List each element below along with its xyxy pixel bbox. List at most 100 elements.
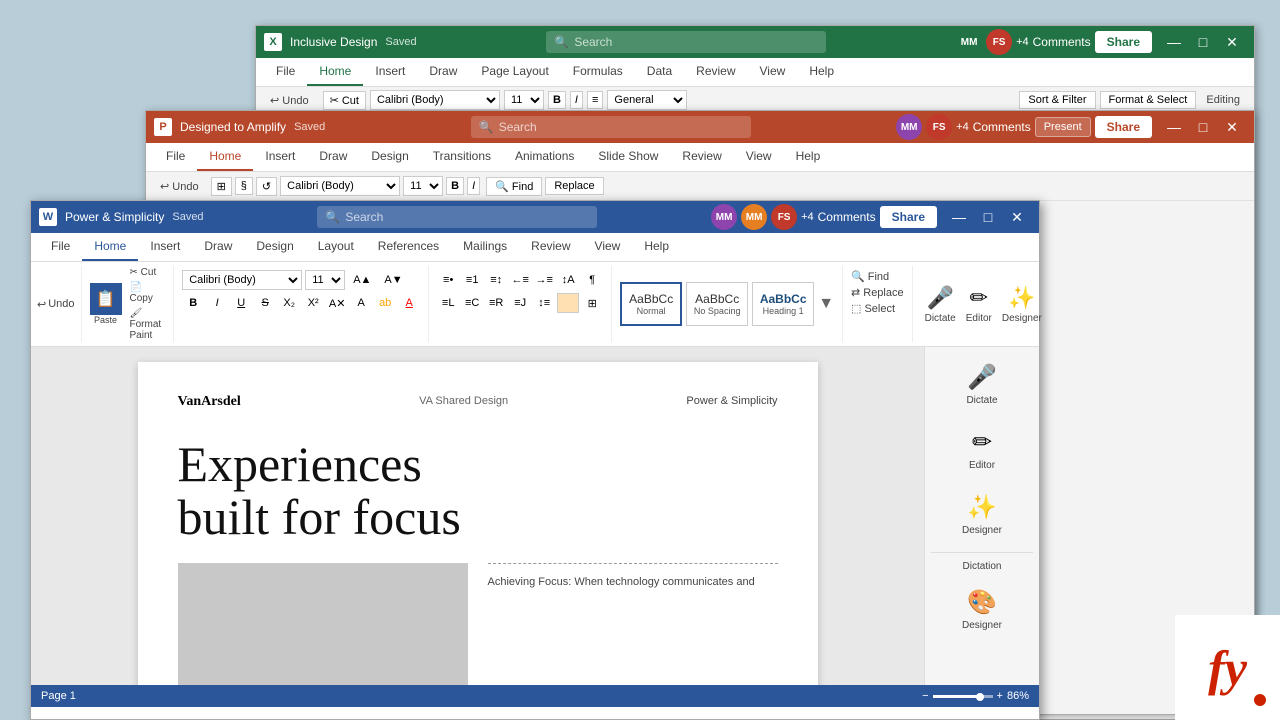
word-superscript-button[interactable]: X² xyxy=(302,293,324,313)
ppt-tab-home[interactable]: Home xyxy=(197,143,253,171)
word-copy-button[interactable]: 📄 Copy xyxy=(126,281,166,305)
word-tab-design[interactable]: Design xyxy=(244,233,305,261)
excel-italic-button[interactable]: I xyxy=(570,91,583,109)
word-text-effects-button[interactable]: A xyxy=(350,293,372,313)
excel-tab-data[interactable]: Data xyxy=(635,58,684,86)
word-zoom-out-button[interactable]: − xyxy=(922,690,928,702)
word-bullets-button[interactable]: ≡• xyxy=(437,270,459,290)
excel-tab-formulas[interactable]: Formulas xyxy=(561,58,635,86)
excel-tab-review[interactable]: Review xyxy=(684,58,747,86)
word-tab-view[interactable]: View xyxy=(583,233,633,261)
excel-undo-button[interactable]: ↩ Undo xyxy=(264,92,315,109)
ppt-close-button[interactable]: ✕ xyxy=(1218,116,1246,138)
word-format-paint-button[interactable]: 🖌 Format Paint xyxy=(126,307,166,342)
ppt-tab-design[interactable]: Design xyxy=(359,143,420,171)
ppt-find-button[interactable]: 🔍 Find xyxy=(486,177,542,196)
word-cut-button[interactable]: ✂ Cut xyxy=(126,266,166,279)
word-find-button[interactable]: 🔍 Find xyxy=(851,270,904,283)
word-tab-home[interactable]: Home xyxy=(82,233,138,261)
word-strikethrough-button[interactable]: S xyxy=(254,293,276,313)
word-borders-button[interactable]: ⊞ xyxy=(581,293,603,313)
word-justify-button[interactable]: ≡J xyxy=(509,293,531,313)
word-font-family-select[interactable]: Calibri (Body) xyxy=(182,270,302,290)
word-select-button[interactable]: ⬚ Select xyxy=(851,302,904,315)
word-tab-insert[interactable]: Insert xyxy=(138,233,192,261)
word-dictate-btn[interactable]: 🎤 Dictate xyxy=(925,285,956,324)
word-bold-button[interactable]: B xyxy=(182,293,204,313)
word-align-right-button[interactable]: ≡R xyxy=(485,293,507,313)
excel-tab-pagelayout[interactable]: Page Layout xyxy=(469,58,560,86)
excel-bold-button[interactable]: B xyxy=(548,91,566,109)
ppt-share-button[interactable]: Share xyxy=(1095,116,1152,138)
word-style-nospacing[interactable]: AaBbCc No Spacing xyxy=(686,282,748,326)
word-editor-btn[interactable]: ✏ Editor xyxy=(966,285,992,324)
ppt-bold-button[interactable]: B xyxy=(446,177,464,195)
ppt-tab-draw[interactable]: Draw xyxy=(307,143,359,171)
ppt-tab-animations[interactable]: Animations xyxy=(503,143,586,171)
word-style-heading1[interactable]: AaBbCc Heading 1 xyxy=(752,282,814,326)
excel-tab-draw[interactable]: Draw xyxy=(417,58,469,86)
excel-close-button[interactable]: ✕ xyxy=(1218,31,1246,53)
word-comments-button[interactable]: Comments xyxy=(818,210,876,224)
word-line-spacing-button[interactable]: ↕≡ xyxy=(533,293,555,313)
word-panel-designer2[interactable]: 🎨 Designer xyxy=(931,582,1033,637)
excel-maximize-button[interactable]: □ xyxy=(1189,31,1217,53)
excel-sort-filter-button[interactable]: Sort & Filter xyxy=(1019,91,1095,109)
word-share-button[interactable]: Share xyxy=(880,206,937,228)
word-tab-layout[interactable]: Layout xyxy=(306,233,366,261)
word-tab-draw[interactable]: Draw xyxy=(192,233,244,261)
word-panel-editor[interactable]: ✏ Editor xyxy=(931,422,1033,477)
word-tab-mailings[interactable]: Mailings xyxy=(451,233,519,261)
word-panel-designer[interactable]: ✨ Designer xyxy=(931,487,1033,542)
word-tab-file[interactable]: File xyxy=(39,233,82,261)
ppt-replace-button[interactable]: Replace xyxy=(545,177,603,195)
excel-tab-home[interactable]: Home xyxy=(307,58,363,86)
ppt-layout-button[interactable]: ⊞ xyxy=(211,177,232,196)
ppt-fontsize-select[interactable]: 11 xyxy=(403,176,443,196)
ppt-tab-slideshow[interactable]: Slide Show xyxy=(586,143,670,171)
ppt-present-button[interactable]: Present xyxy=(1035,117,1091,137)
ppt-tab-file[interactable]: File xyxy=(154,143,197,171)
excel-font-select[interactable]: Calibri (Body) xyxy=(370,90,500,110)
word-align-center-button[interactable]: ≡C xyxy=(461,293,483,313)
ppt-section-button[interactable]: § xyxy=(235,177,253,195)
word-close-button[interactable]: ✕ xyxy=(1003,206,1031,228)
word-tab-help[interactable]: Help xyxy=(632,233,681,261)
word-font-grow-button[interactable]: A▲ xyxy=(348,272,376,288)
word-zoom-slider[interactable] xyxy=(933,695,993,698)
word-clear-format-button[interactable]: A✕ xyxy=(326,293,348,313)
word-tab-review[interactable]: Review xyxy=(519,233,582,261)
word-shading-button[interactable] xyxy=(557,293,579,313)
excel-format-cell-button[interactable]: Format & Select xyxy=(1100,91,1197,109)
word-replace-button[interactable]: ⇄ Replace xyxy=(851,286,904,299)
excel-minimize-button[interactable]: — xyxy=(1160,31,1188,53)
ppt-tab-help[interactable]: Help xyxy=(784,143,833,171)
word-sort-button[interactable]: ↕A xyxy=(557,270,579,290)
excel-tab-insert[interactable]: Insert xyxy=(363,58,417,86)
excel-align-button[interactable]: ≡ xyxy=(587,91,603,109)
excel-cut-button[interactable]: ✂ Cut xyxy=(323,91,366,110)
word-search-input[interactable] xyxy=(317,206,597,228)
word-zoom-in-button[interactable]: + xyxy=(997,690,1003,702)
excel-format-select[interactable]: General xyxy=(607,90,687,110)
word-underline-button[interactable]: U xyxy=(230,293,252,313)
word-styles-more-button[interactable]: ▼ xyxy=(818,295,834,313)
ppt-tab-review[interactable]: Review xyxy=(670,143,733,171)
ppt-undo-button[interactable]: ↩ Undo xyxy=(154,178,205,195)
excel-search-input[interactable] xyxy=(546,31,826,53)
excel-fontsize-select[interactable]: 11 xyxy=(504,90,544,110)
ppt-tab-view[interactable]: View xyxy=(734,143,784,171)
word-numbering-button[interactable]: ≡1 xyxy=(461,270,483,290)
word-maximize-button[interactable]: □ xyxy=(974,206,1002,228)
word-style-normal[interactable]: AaBbCc Normal xyxy=(620,282,682,326)
excel-share-button[interactable]: Share xyxy=(1095,31,1152,53)
word-minimize-button[interactable]: — xyxy=(945,206,973,228)
excel-tab-view[interactable]: View xyxy=(748,58,798,86)
word-increase-indent-button[interactable]: →≡ xyxy=(533,270,555,290)
ppt-italic-button[interactable]: I xyxy=(467,177,480,195)
word-font-color-button[interactable]: A xyxy=(398,293,420,313)
word-paste-button[interactable]: 📋 xyxy=(90,283,122,315)
ppt-reset-button[interactable]: ↺ xyxy=(256,177,277,196)
word-show-marks-button[interactable]: ¶ xyxy=(581,270,603,290)
word-italic-button[interactable]: I xyxy=(206,293,228,313)
